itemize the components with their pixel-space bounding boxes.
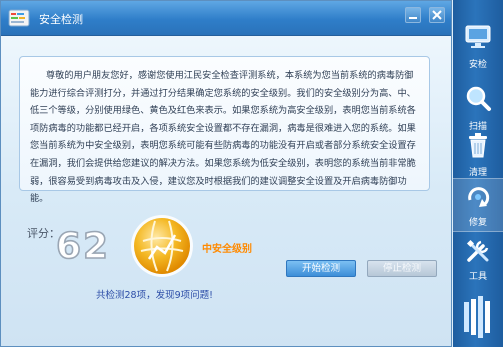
brand-logo-icon (464, 296, 490, 338)
sidebar-item-security-check[interactable]: 安检 (453, 20, 503, 74)
minimize-button[interactable] (405, 7, 421, 23)
sidebar-label: 工具 (468, 272, 487, 282)
security-level-globe-icon (131, 215, 193, 277)
magnifier-icon (466, 86, 491, 111)
sidebar-label: 清理 (468, 168, 487, 178)
security-level-text: 中安全级别 (202, 244, 252, 255)
check-summary: 共检测28项，发现9项问题! (96, 290, 213, 301)
minimize-icon (409, 17, 417, 19)
sidebar-item-cleanup[interactable]: 清理 (453, 128, 503, 182)
title-bar: 安全检测 (1, 1, 451, 36)
sidebar-label: 修复 (468, 218, 487, 228)
stop-check-button[interactable]: 停止检测 (367, 260, 437, 277)
monitor-icon (465, 25, 491, 48)
sidebar: 安检 扫描 清理 修复 工具 (453, 0, 503, 347)
score-value: 62 (55, 226, 111, 268)
trash-icon (469, 133, 487, 158)
sidebar-label: 安检 (468, 60, 487, 70)
window-title: 安全检测 (39, 13, 83, 26)
close-button[interactable] (429, 7, 445, 23)
repair-arrow-icon (468, 187, 490, 207)
sidebar-item-repair[interactable]: 修复 (453, 178, 503, 232)
description-panel: 尊敬的用户朋友您好，感谢您使用江民安全检查评测系统，本系统为您当前系统的病毒防御… (19, 56, 430, 204)
close-icon (432, 10, 442, 20)
security-check-window: 安全检测 尊敬的用户朋友您好，感谢您使用江民安全检查评测系统，本系统为您当前系统… (0, 0, 452, 347)
start-check-button[interactable]: 开始检测 (286, 260, 356, 277)
tools-icon (466, 239, 489, 262)
description-text: 尊敬的用户朋友您好，感谢您使用江民安全检查评测系统，本系统为您当前系统的病毒防御… (30, 70, 416, 205)
sidebar-item-tools[interactable]: 工具 (453, 234, 503, 284)
app-icon (8, 9, 30, 27)
